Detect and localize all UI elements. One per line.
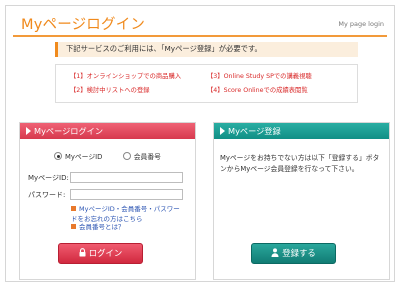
id-field-label: MyページID:	[28, 174, 69, 182]
service-link-score-online[interactable]: 【4】Score Onlineでの成績表閲覧	[207, 85, 308, 94]
login-panel-header: Myページログイン	[20, 123, 195, 139]
register-panel-title: Myページ登録	[228, 126, 281, 136]
page-subtitle-en: My page login	[338, 20, 384, 28]
radio-mypage-id-label[interactable]: MyページID	[65, 153, 102, 161]
radio-member-number-label[interactable]: 会員番号	[134, 153, 161, 161]
triangle-right-icon	[220, 127, 225, 135]
service-links-box: 【1】オンラインショップでの商品購入 【2】検討中リストへの登録 【3】Onli…	[55, 64, 358, 103]
login-panel-title: Myページログイン	[34, 126, 104, 136]
bullet-icon	[71, 224, 76, 229]
login-button[interactable]: ログイン	[58, 243, 143, 264]
lock-icon	[79, 245, 86, 264]
login-panel: Myページログイン MyページID 会員番号 MyページID: パスワード: M…	[19, 122, 196, 280]
bullet-icon	[71, 206, 76, 211]
register-panel: Myページ登録 Myページをお持ちでない方は以下「登録する」ボタンからMyページ…	[213, 122, 390, 280]
service-link-online-shop[interactable]: 【1】オンラインショップでの商品購入	[70, 71, 181, 80]
password-input[interactable]	[70, 189, 183, 200]
triangle-right-icon	[26, 127, 31, 135]
member-number-help-link[interactable]: 会員番号とは？	[71, 223, 125, 233]
header-divider	[13, 35, 387, 37]
forgot-credentials-link[interactable]: MyページID・会員番号・パスワードをお忘れの方はこちら	[71, 205, 186, 224]
register-button[interactable]: 登録する	[251, 243, 336, 264]
service-link-wishlist[interactable]: 【2】検討中リストへの登録	[70, 85, 150, 94]
page-title: Myページログイン	[21, 17, 146, 33]
password-field-label: パスワード:	[28, 191, 66, 199]
page-frame: Myページログイン My page login 下記サービスのご利用には、「My…	[5, 5, 395, 282]
service-link-online-study[interactable]: 【3】Online Study SPでの講義視聴	[207, 71, 312, 80]
notice-text: 下記サービスのご利用には、「Myページ登録」が必要です。	[66, 44, 262, 53]
user-icon	[271, 245, 279, 264]
forgot-credentials-text[interactable]: MyページID・会員番号・パスワードをお忘れの方はこちら	[71, 205, 180, 223]
login-button-label[interactable]: ログイン	[89, 248, 123, 258]
radio-mypage-id[interactable]	[54, 152, 62, 160]
register-button-label[interactable]: 登録する	[282, 248, 316, 258]
register-description: Myページをお持ちでない方は以下「登録する」ボタンからMyページ会員登録を行なっ…	[220, 154, 380, 173]
register-panel-header: Myページ登録	[214, 123, 389, 139]
id-input[interactable]	[70, 172, 183, 183]
radio-member-number[interactable]	[122, 152, 131, 160]
notice-bar: 下記サービスのご利用には、「Myページ登録」が必要です。	[55, 42, 358, 57]
member-number-help-text[interactable]: 会員番号とは？	[79, 223, 125, 231]
login-type-radio-group: MyページID 会員番号	[54, 151, 161, 161]
